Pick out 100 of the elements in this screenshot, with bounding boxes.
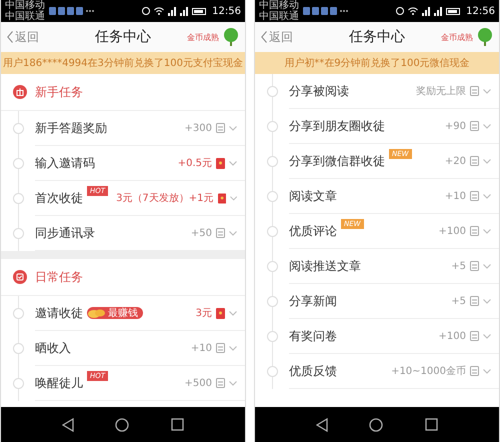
coin-stack-icon [470, 156, 479, 166]
task-row[interactable]: 分享新闻 +5 [289, 284, 499, 319]
task-name: 输入邀请码 [35, 154, 95, 172]
task-circle [12, 378, 24, 389]
coin-stack-icon [470, 191, 479, 201]
envelope-icon [216, 308, 225, 318]
task-circle [266, 331, 278, 342]
chevron-down-icon[interactable] [483, 88, 491, 94]
chevron-down-icon[interactable] [230, 196, 237, 200]
task-name: 分享到微信群收徒 [289, 152, 385, 170]
signal-icon [168, 6, 176, 16]
chevron-down-icon[interactable] [483, 228, 491, 234]
task-row[interactable]: 有奖问卷 +100 [289, 319, 499, 354]
page-title: 任务中心 [349, 28, 405, 46]
reward-amount: +90 [444, 120, 466, 132]
chevron-down-icon[interactable] [483, 124, 491, 128]
task-row[interactable]: 阅读文章 +10 [289, 179, 499, 214]
task-name: 阅读推送文章 [289, 258, 361, 274]
tree-icon[interactable] [477, 28, 493, 46]
task-name: 分享到朋友圈收徒 [289, 118, 385, 134]
reward-amount: 奖励无上限 [416, 84, 466, 98]
task-row[interactable]: 输入邀请码 +0.5元 [35, 146, 245, 181]
reward-amount: +0.5元 [178, 157, 212, 170]
clock-time: 12:56 [466, 6, 495, 16]
coin-stack-icon [216, 343, 225, 353]
home-circle-icon[interactable] [115, 418, 130, 432]
clock-time: 12:56 [212, 6, 241, 16]
chevron-down-icon[interactable] [229, 310, 237, 316]
recents-square-icon[interactable] [171, 418, 184, 431]
top-earner-badge: 最赚钱 [87, 307, 143, 319]
home-circle-icon[interactable] [369, 418, 384, 432]
task-name: 分享新闻 [289, 292, 337, 310]
task-row[interactable]: 分享被阅读 奖励无上限 [289, 74, 499, 109]
reward-amount: +5 [451, 296, 466, 306]
reward-amount: 3元 [196, 307, 212, 320]
carrier-name: 中国移动 [5, 0, 45, 11]
task-row[interactable]: 阅读推送文章 +5 [289, 249, 499, 284]
coin-stack-icon [470, 331, 479, 341]
task-circle [266, 261, 278, 272]
section-title: 新手任务 [35, 84, 83, 100]
envelope-icon [218, 192, 226, 204]
reward-amount: +500 [184, 378, 212, 388]
task-row[interactable]: 分享到朋友圈收徒 +90 [289, 109, 499, 144]
reward-amount: +300 [184, 122, 212, 134]
back-triangle-icon[interactable] [316, 418, 328, 432]
reward-amount: +100 [438, 330, 466, 342]
task-name: 唤醒徒儿 [35, 374, 83, 392]
task-check-icon [13, 270, 27, 284]
chevron-left-icon [261, 31, 267, 43]
chevron-down-icon[interactable] [483, 264, 491, 268]
task-row[interactable]: 邀请收徒 最赚钱 3元 [35, 296, 245, 331]
coin-stack-icon [470, 226, 479, 236]
coin-link[interactable]: 金币成熟 [441, 32, 473, 42]
coin-stack-icon [216, 228, 225, 238]
wifi-icon [408, 7, 418, 15]
task-name: 晒收入 [35, 340, 71, 356]
chevron-down-icon[interactable] [229, 346, 237, 350]
reward-amount: +20 [444, 156, 466, 166]
task-row[interactable]: 优质反馈 +10~1000金币 [289, 354, 499, 389]
task-name: 新手答题奖励 [35, 120, 107, 136]
chevron-down-icon[interactable] [229, 380, 237, 386]
task-circle [12, 308, 24, 319]
task-name: 有奖问卷 [289, 328, 337, 344]
coin-stack-icon [216, 378, 225, 388]
task-circle [12, 193, 24, 204]
chevron-down-icon[interactable] [483, 298, 491, 304]
reward-amount: +5 [451, 260, 466, 272]
chevron-down-icon[interactable] [483, 158, 491, 164]
chevron-down-icon[interactable] [229, 160, 237, 166]
task-circle [266, 366, 278, 377]
chevron-down-icon[interactable] [483, 334, 491, 338]
reward-amount: 3元（7天发放）+1元 [116, 192, 214, 205]
task-name: 分享被阅读 [289, 82, 349, 100]
chevron-down-icon[interactable] [229, 126, 237, 130]
section-title: 日常任务 [35, 268, 83, 286]
reward-amount: +10 [444, 190, 466, 202]
back-triangle-icon[interactable] [62, 418, 74, 432]
reward-amount: +100 [438, 226, 466, 236]
coin-link[interactable]: 金币成熟 [187, 32, 219, 42]
task-row[interactable]: 新手答题奖励 +300 [35, 111, 245, 146]
battery-icon [192, 8, 206, 14]
carrier-name: 中国联通 [5, 11, 45, 22]
exchange-notice: 用户186****4994在3分钟前兑换了100元支付宝现金 [1, 52, 245, 74]
coin-stack-icon [470, 121, 479, 131]
exchange-notice: 用户初**在9分钟前兑换了100元微信现金 [255, 52, 499, 74]
chevron-down-icon[interactable] [483, 368, 491, 374]
chevron-down-icon[interactable] [483, 194, 491, 198]
task-circle [266, 86, 278, 97]
task-name: 优质评论 [289, 222, 337, 240]
task-circle [266, 296, 278, 307]
task-circle [12, 123, 24, 134]
tree-icon[interactable] [223, 28, 239, 46]
task-row[interactable]: 晒收入 +10 [35, 331, 245, 366]
envelope-icon [216, 158, 225, 168]
task-circle [12, 228, 24, 239]
recents-square-icon[interactable] [425, 418, 438, 431]
coin-stack-icon [470, 261, 479, 271]
reward-amount: +10 [190, 342, 212, 354]
battery-icon [446, 8, 460, 14]
chevron-down-icon[interactable] [229, 230, 237, 236]
